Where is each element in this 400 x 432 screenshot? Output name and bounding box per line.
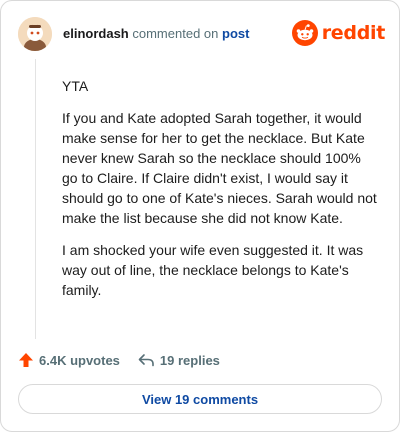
comment-card: elinordash commented on post reddit YTA … (0, 0, 400, 432)
thread-line[interactable] (35, 59, 36, 339)
comment-byline: elinordash commented on post (63, 26, 249, 42)
comment-footer: 6.4K upvotes 19 replies (18, 349, 220, 371)
user-avatar[interactable] (18, 17, 52, 51)
reply-arrow-icon (138, 354, 154, 367)
username-link[interactable]: elinordash (63, 26, 129, 41)
action-text: commented on (132, 26, 219, 41)
reddit-wordmark: reddit (321, 22, 386, 44)
upvote-count: 6.4K upvotes (39, 352, 120, 368)
avatar-snoo-icon (18, 17, 52, 51)
reply-count: 19 replies (159, 352, 220, 368)
upvote-arrow-icon (19, 353, 33, 367)
post-link[interactable]: post (222, 26, 249, 41)
comment-body: YTA If you and Kate adopted Sarah togeth… (62, 76, 380, 312)
comment-paragraph: If you and Kate adopted Sarah together, … (62, 110, 377, 226)
comment-paragraph: YTA (62, 78, 89, 94)
reddit-snoo-icon (291, 20, 318, 46)
comment-header: elinordash commented on post reddit (18, 17, 385, 53)
replies-button[interactable]: 19 replies (138, 352, 220, 368)
view-comments-button[interactable]: View 19 comments (18, 384, 382, 414)
reddit-logo[interactable]: reddit (291, 18, 386, 48)
comment-paragraph: I am shocked your wife even suggested it… (62, 242, 364, 298)
upvote-button[interactable]: 6.4K upvotes (18, 352, 120, 368)
